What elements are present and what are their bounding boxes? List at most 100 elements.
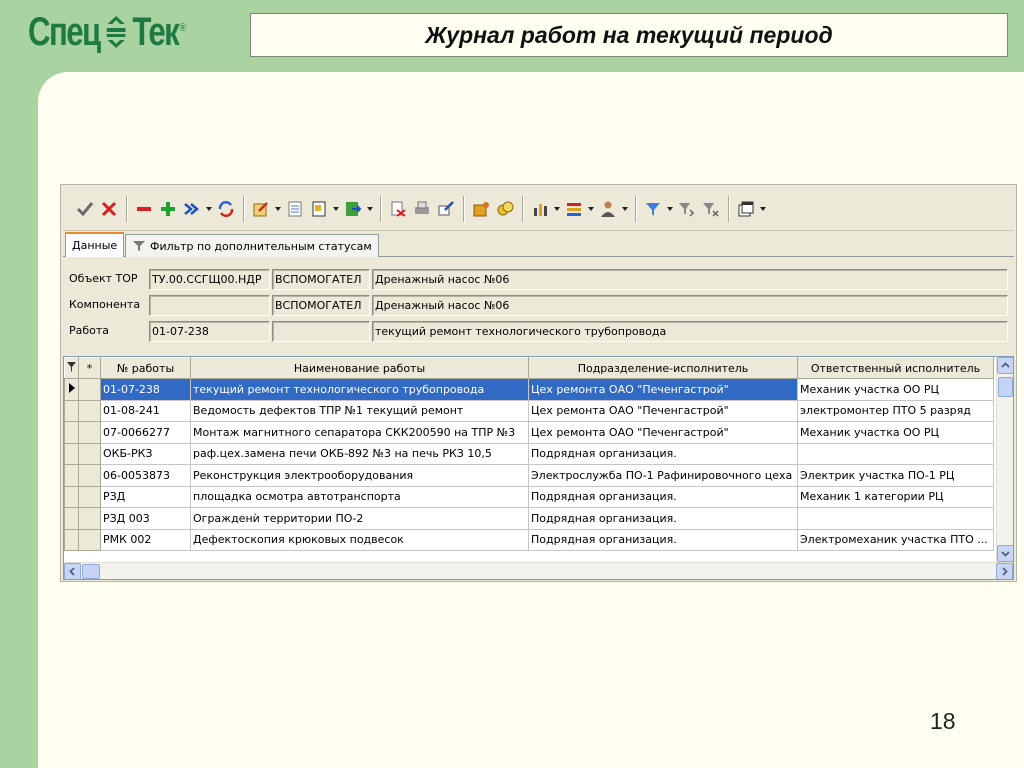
scroll-left-button[interactable] — [64, 563, 81, 579]
table-row[interactable]: 01-07-238 текущий ремонт технологическог… — [64, 378, 994, 401]
cell-resp[interactable]: Механик 1 категории РЦ — [797, 485, 994, 508]
component-name-field[interactable]: Дренажный насос №06 — [372, 295, 1008, 316]
cell-dept[interactable]: Электрослужба ПО-1 Рафинировочного цеха — [528, 464, 798, 487]
table-row[interactable]: 07-0066277 Монтаж магнитного сепаратора … — [64, 421, 994, 444]
cell-dept[interactable]: Цех ремонта ОАО "Печенгастрой" — [528, 399, 798, 422]
cell-work-name[interactable]: Дефектоскопия крюковых подвесок — [190, 528, 529, 551]
column-header-filter[interactable] — [64, 357, 79, 379]
column-header-work-no[interactable]: № работы — [100, 357, 191, 379]
window-dropdown[interactable] — [758, 198, 768, 220]
cell-resp[interactable]: электромонтер ПТО 5 разряд — [797, 399, 994, 422]
plus-icon[interactable] — [157, 198, 179, 220]
cell-work-no[interactable]: 07-0066277 — [100, 421, 191, 444]
row-indicator — [64, 421, 79, 444]
minus-icon[interactable] — [133, 198, 155, 220]
toolbar-separator — [463, 195, 464, 222]
scroll-down-button[interactable] — [997, 545, 1013, 562]
cell-resp[interactable]: Электрик участка ПО-1 РЦ — [797, 464, 994, 487]
print-icon[interactable] — [411, 198, 433, 220]
cell-work-name[interactable]: текущий ремонт технологического трубопро… — [190, 378, 529, 401]
list-icon[interactable] — [284, 198, 306, 220]
component-code-field[interactable] — [149, 295, 270, 316]
window-icon[interactable] — [735, 198, 757, 220]
column-header-work-name[interactable]: Наименование работы — [190, 357, 529, 379]
cell-dept[interactable]: Подрядная организация. — [528, 485, 798, 508]
user-icon[interactable] — [597, 198, 619, 220]
vertical-scroll-thumb[interactable] — [998, 377, 1013, 397]
chevron-down-icon — [1001, 551, 1010, 557]
column-header-star[interactable]: * — [78, 357, 101, 379]
export-icon[interactable] — [342, 198, 364, 220]
cell-resp[interactable] — [797, 442, 994, 465]
cell-resp[interactable]: Электромеханик участка ПТО ... — [797, 528, 994, 551]
export-dropdown[interactable] — [365, 198, 375, 220]
tab-status-filter[interactable]: Фильтр по дополнительным статусам — [125, 234, 379, 257]
document-icon[interactable] — [308, 198, 330, 220]
scroll-up-button[interactable] — [997, 357, 1013, 374]
cell-work-name[interactable]: Ведомость дефектов ТПР №1 текущий ремонт — [190, 399, 529, 422]
cell-dept[interactable]: Подрядная организация. — [528, 507, 798, 530]
cell-dept[interactable]: Цех ремонта ОАО "Печенгастрой" — [528, 378, 798, 401]
check-icon[interactable] — [74, 198, 96, 220]
cell-work-name[interactable]: Огражденѝ территории ПО-2 — [190, 507, 529, 530]
edit-icon[interactable] — [250, 198, 272, 220]
tab-data[interactable]: Данные — [65, 232, 125, 257]
coins-icon[interactable] — [494, 198, 516, 220]
cell-work-name[interactable]: Монтаж магнитного сепаратора СКК200590 н… — [190, 421, 529, 444]
cell-dept[interactable]: Подрядная организация. — [528, 442, 798, 465]
cell-work-no[interactable]: РМК 002 — [100, 528, 191, 551]
chart-dropdown[interactable] — [552, 198, 562, 220]
cell-work-name[interactable]: раф.цех.замена печи ОКБ-892 №3 на печь Р… — [190, 442, 529, 465]
cell-work-name[interactable]: площадка осмотра автотранспорта — [190, 485, 529, 508]
edit-dropdown[interactable] — [273, 198, 283, 220]
filter-clear-icon[interactable] — [700, 198, 722, 220]
table-row[interactable]: ОКБ-РКЗ раф.цех.замена печи ОКБ-892 №3 н… — [64, 442, 994, 465]
horizontal-scroll-thumb[interactable] — [82, 564, 100, 579]
object-code-field[interactable]: ТУ.00.ССГЩ00.НДР — [149, 269, 270, 290]
cell-resp[interactable]: Механик участка ОО РЦ — [797, 378, 994, 401]
object-name-field[interactable]: Дренажный насос №06 — [372, 269, 1008, 290]
object-type-field[interactable]: ВСПОМОГАТЕЛ — [272, 269, 370, 290]
cell-work-no[interactable]: 01-08-241 — [100, 399, 191, 422]
component-type-field[interactable]: ВСПОМОГАТЕЛ — [272, 295, 370, 316]
column-header-dept[interactable]: Подразделение-исполнитель — [528, 357, 798, 379]
table-row[interactable]: РМК 002 Дефектоскопия крюковых подвесок … — [64, 528, 994, 551]
list-colored-icon[interactable] — [563, 198, 585, 220]
cell-dept[interactable]: Цех ремонта ОАО "Печенгастрой" — [528, 421, 798, 444]
double-chevron-dropdown[interactable] — [204, 198, 214, 220]
cell-work-name[interactable]: Реконструкция электрооборудования — [190, 464, 529, 487]
cell-resp[interactable]: Механик участка ОО РЦ — [797, 421, 994, 444]
filter-icon[interactable] — [642, 198, 664, 220]
cell-dept[interactable]: Подрядная организация. — [528, 528, 798, 551]
box-icon[interactable] — [470, 198, 492, 220]
cell-work-no[interactable]: 06-0053873 — [100, 464, 191, 487]
table-row[interactable]: РЗД площадка осмотра автотранспорта Подр… — [64, 485, 994, 508]
cell-resp[interactable] — [797, 507, 994, 530]
chart-icon[interactable] — [529, 198, 551, 220]
column-header-resp[interactable]: Ответственный исполнитель — [797, 357, 994, 379]
horizontal-scrollbar[interactable] — [64, 562, 1013, 579]
document-dropdown[interactable] — [331, 198, 341, 220]
cell-work-no[interactable]: РЗД 003 — [100, 507, 191, 530]
delete-doc-icon[interactable] — [387, 198, 409, 220]
filter-dropdown[interactable] — [665, 198, 675, 220]
filter-next-icon[interactable] — [676, 198, 698, 220]
table-row[interactable]: 06-0053873 Реконструкция электрооборудов… — [64, 464, 994, 487]
refresh-icon[interactable] — [215, 198, 237, 220]
work-code-field[interactable]: 01-07-238 — [149, 321, 270, 342]
user-dropdown[interactable] — [620, 198, 630, 220]
work-name-field[interactable]: текущий ремонт технологического трубопро… — [372, 321, 1008, 342]
cell-work-no[interactable]: ОКБ-РКЗ — [100, 442, 191, 465]
list-colored-dropdown[interactable] — [586, 198, 596, 220]
table-row[interactable]: РЗД 003 Огражденѝ территории ПО-2 Подряд… — [64, 507, 994, 530]
table-row[interactable]: 01-08-241 Ведомость дефектов ТПР №1 теку… — [64, 399, 994, 422]
company-logo: Спец Тек ® — [28, 6, 186, 58]
scroll-right-button[interactable] — [996, 563, 1013, 579]
send-icon[interactable] — [435, 198, 457, 220]
double-chevron-icon[interactable] — [181, 198, 203, 220]
vertical-scrollbar[interactable] — [996, 357, 1013, 562]
close-icon[interactable] — [98, 198, 120, 220]
cell-work-no[interactable]: 01-07-238 — [100, 378, 191, 401]
work-type-field[interactable] — [272, 321, 370, 342]
cell-work-no[interactable]: РЗД — [100, 485, 191, 508]
